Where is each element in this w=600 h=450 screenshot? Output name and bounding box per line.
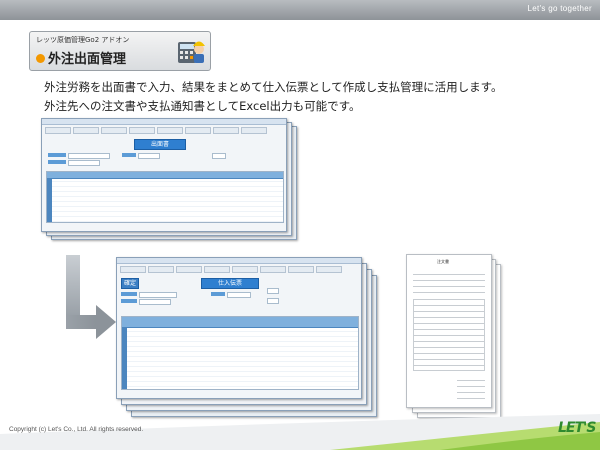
grid-row-header: [47, 178, 52, 222]
action-button[interactable]: [267, 298, 279, 304]
form-field[interactable]: [68, 160, 100, 166]
grid-header: [122, 317, 358, 328]
product-title-text: 外注出面管理: [48, 52, 127, 67]
sheet-table: [413, 299, 485, 371]
top-data-grid[interactable]: [46, 171, 284, 223]
description-line-1: 外注労務を出面書で入力、結果をまとめて仕入伝票として作成し支払管理に活用します。: [44, 80, 503, 94]
bottom-window-title: 仕入伝票: [201, 278, 259, 289]
bottom-data-grid[interactable]: [121, 316, 359, 390]
form-field[interactable]: [227, 292, 251, 298]
confirm-button[interactable]: 確定: [121, 278, 139, 289]
form-label: [48, 153, 66, 157]
description-line-2: 外注先への注文書や支払通知書としてExcel出力も可能です。: [44, 99, 361, 113]
function-key-bar: [42, 125, 286, 136]
orange-dot-icon: [36, 54, 45, 63]
form-label: [121, 299, 137, 303]
top-window: 出面書: [41, 118, 287, 232]
flow-arrow-bend: [66, 315, 96, 329]
function-key-bar: [117, 264, 361, 275]
form-label: [121, 292, 137, 296]
form-field[interactable]: [139, 292, 177, 298]
product-subtitle: レッツ原価管理Go2 アドオン: [36, 36, 130, 44]
sheet-header-lines: [413, 269, 485, 293]
top-window-title: 出面書: [134, 139, 186, 150]
header-bar: Let's go together: [0, 0, 600, 20]
form-label: [122, 153, 136, 157]
product-title: 外注出面管理: [36, 48, 126, 67]
bottom-window: 確定 仕入伝票: [116, 257, 362, 399]
flow-arrow-shaft: [66, 255, 80, 315]
action-button[interactable]: [267, 288, 279, 294]
copyright: Copyright (c) Let's Co., Ltd. All rights…: [9, 426, 144, 433]
form-label: [48, 160, 66, 164]
form-label: [211, 292, 225, 296]
product-badge: レッツ原価管理Go2 アドオン 外注出面管理: [29, 31, 211, 71]
worker-calculator-icon: [178, 41, 205, 63]
sheet-totals: [457, 375, 485, 399]
company-logo: LET'S: [558, 420, 596, 436]
sheet-title: 注文書: [437, 259, 449, 264]
form-field[interactable]: [138, 153, 160, 159]
flow-arrow-head-icon: [96, 305, 116, 339]
form-field[interactable]: [68, 153, 110, 159]
document-sheet: 注文書: [406, 254, 492, 408]
tagline: Let's go together: [527, 4, 592, 13]
action-button[interactable]: [212, 153, 226, 159]
grid-row-header: [122, 327, 127, 389]
form-field[interactable]: [139, 299, 171, 305]
grid-header: [47, 172, 283, 179]
